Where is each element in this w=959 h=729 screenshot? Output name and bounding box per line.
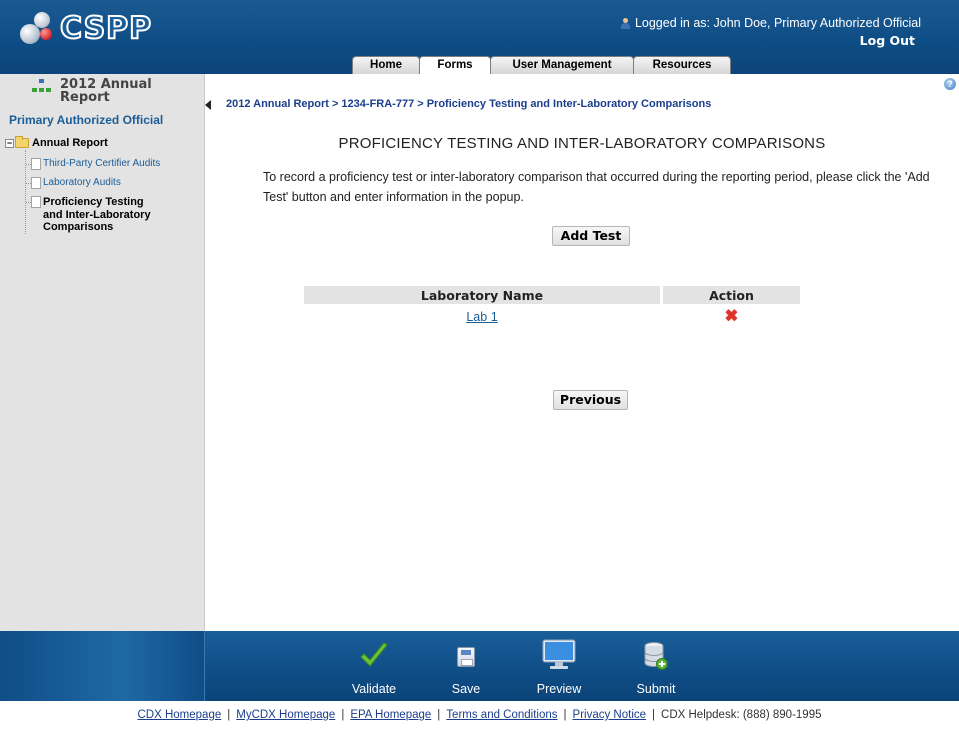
sidebar-title: 2012 Annual Report [32, 78, 152, 104]
collapse-sidebar-arrow-icon[interactable] [205, 100, 211, 110]
tree-root-label: Annual Report [32, 137, 108, 149]
add-test-button[interactable]: Add Test [552, 226, 630, 246]
laboratory-name-link[interactable]: Lab 1 [466, 310, 497, 324]
save-label: Save [451, 682, 481, 696]
main-tabs: Home Forms User Management Resources [352, 56, 731, 74]
document-icon [31, 196, 41, 208]
help-icon[interactable]: ? [944, 78, 956, 90]
collapse-expander-icon[interactable]: − [5, 138, 14, 148]
table-row: Lab 1 ✖ [304, 304, 800, 330]
report-tree: − Annual Report Third-Party Certifier Au… [5, 136, 200, 241]
tab-user-management[interactable]: User Management [490, 56, 634, 74]
tree-root-annual-report[interactable]: − Annual Report [5, 136, 200, 150]
delete-icon[interactable]: ✖ [725, 309, 738, 325]
logo-text: CSPP [59, 10, 153, 47]
sidebar: 2012 Annual Report Primary Authorized Of… [0, 74, 205, 631]
instructions-text: To record a proficiency test or inter-la… [263, 170, 930, 204]
login-text: Logged in as: John Doe, Primary Authoriz… [634, 16, 921, 30]
preview-button[interactable]: Preview [526, 631, 592, 701]
tree-item-label: Laboratory Audits [43, 177, 121, 188]
user-role: Primary Authorized Official [9, 113, 164, 127]
laboratory-table: Laboratory Name Action Lab 1 ✖ [304, 286, 800, 330]
user-icon [620, 17, 631, 29]
action-bar: Validate Save Preview Submit [0, 631, 959, 701]
validate-label: Validate [351, 682, 397, 696]
tree-item-proficiency-testing[interactable]: Proficiency Testing and Inter-Laboratory… [26, 196, 200, 234]
monitor-icon [542, 639, 576, 669]
validate-button[interactable]: Validate [343, 631, 405, 701]
save-icon [457, 647, 475, 667]
footer-link-cdx-homepage[interactable]: CDX Homepage [138, 709, 222, 721]
column-header-laboratory-name: Laboratory Name [304, 286, 660, 304]
column-header-action: Action [663, 286, 800, 304]
preview-label: Preview [536, 682, 582, 696]
submit-label: Submit [636, 682, 676, 696]
breadcrumb: 2012 Annual Report > 1234-FRA-777 > Prof… [226, 98, 712, 110]
sitemap-icon [32, 79, 52, 93]
sidebar-title-line2: Report [60, 90, 110, 105]
footer-link-mycdx-homepage[interactable]: MyCDX Homepage [236, 709, 335, 721]
page-title: PROFICIENCY TESTING AND INTER-LABORATORY… [338, 135, 826, 152]
footer-helpdesk: CDX Helpdesk: (888) 890-1995 [661, 709, 822, 721]
logout-link[interactable]: Log Out [860, 33, 915, 48]
tree-item-laboratory-audits[interactable]: Laboratory Audits [26, 177, 200, 189]
tab-forms[interactable]: Forms [419, 56, 491, 74]
login-status: Logged in as: John Doe, Primary Authoriz… [620, 16, 921, 30]
tab-resources[interactable]: Resources [633, 56, 731, 74]
save-button[interactable]: Save [440, 631, 492, 701]
header-bar: CSPP Logged in as: John Doe, Primary Aut… [0, 0, 959, 74]
check-icon [360, 642, 388, 667]
document-icon [31, 177, 41, 189]
footer-link-privacy[interactable]: Privacy Notice [573, 709, 647, 721]
tree-children: Third-Party Certifier Audits Laboratory … [25, 150, 200, 234]
molecule-logo-icon [18, 8, 58, 48]
document-icon [31, 158, 41, 170]
tree-item-label: Proficiency Testing and Inter-Laboratory… [43, 196, 151, 233]
footer-link-epa-homepage[interactable]: EPA Homepage [350, 709, 431, 721]
cspp-logo[interactable]: CSPP [18, 8, 152, 48]
footer: CDX Homepage | MyCDX Homepage | EPA Homepage… [137, 709, 822, 721]
database-icon [644, 642, 668, 670]
tab-home[interactable]: Home [352, 56, 420, 74]
submit-button[interactable]: Submit [627, 631, 685, 701]
footer-link-terms[interactable]: Terms and Conditions [446, 709, 557, 721]
tree-item-label: Third-Party Certifier Audits [43, 158, 161, 169]
folder-icon [15, 136, 29, 148]
previous-button[interactable]: Previous [553, 390, 628, 410]
tree-item-third-party-certifier-audits[interactable]: Third-Party Certifier Audits [26, 158, 200, 170]
